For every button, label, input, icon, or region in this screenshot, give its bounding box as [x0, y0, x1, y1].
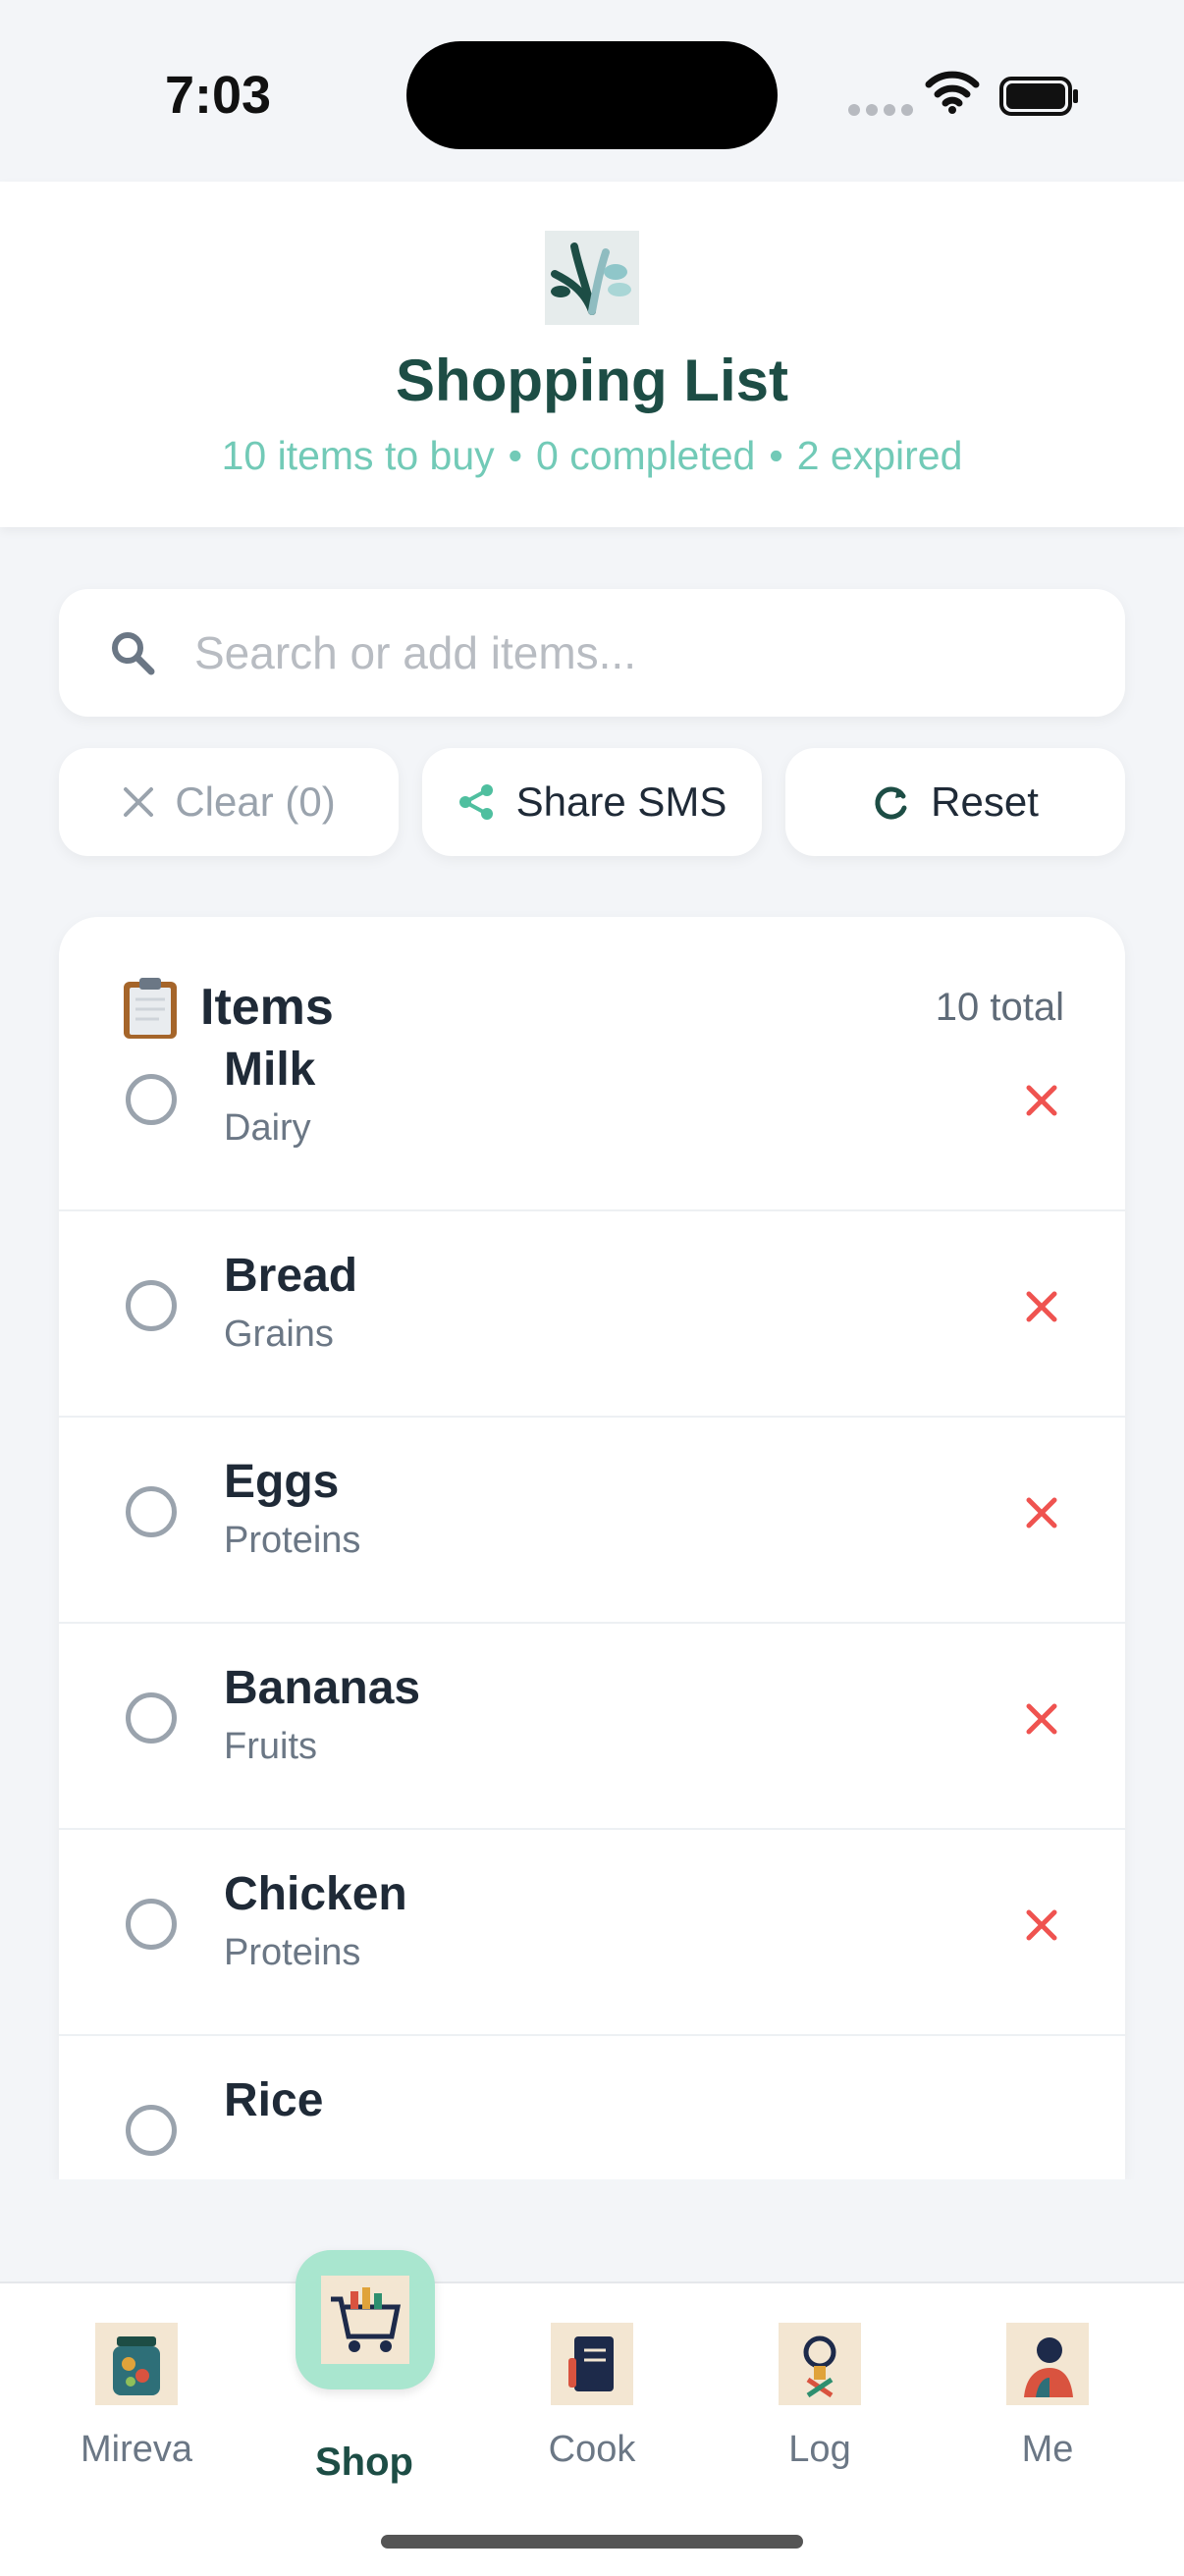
tab-label: Shop [315, 2441, 413, 2484]
tab-label: Mireva [80, 2429, 193, 2470]
item-category: Fruits [224, 1726, 317, 1767]
tab-label: Log [788, 2429, 851, 2470]
shopping-cart-icon [321, 2276, 409, 2364]
log-icon [779, 2323, 861, 2405]
pantry-jar-icon [95, 2323, 178, 2405]
item-category: Proteins [224, 1932, 361, 1973]
completed-stat: 0 completed [536, 433, 756, 478]
delete-item-icon[interactable] [1019, 1903, 1064, 1948]
item-checkbox[interactable] [126, 1692, 177, 1744]
stat-separator: • [508, 433, 522, 478]
status-time: 7:03 [165, 66, 272, 125]
tab-label: Cook [548, 2429, 636, 2470]
profile-icon [1006, 2323, 1089, 2405]
tab-log[interactable]: Log [706, 2283, 934, 2480]
app-logo-icon [545, 231, 639, 325]
signal-dots-icon [848, 104, 913, 116]
item-checkbox[interactable] [126, 1899, 177, 1950]
clear-completed-button[interactable]: Clear (0) [59, 748, 399, 856]
share-label: Share SMS [515, 778, 727, 825]
items-card: Items 10 total Milk Dairy Bread Grains E… [59, 917, 1125, 2179]
list-stats: 10 items to buy • 0 completed • 2 expired [0, 433, 1184, 479]
dynamic-island [406, 41, 778, 149]
scroll-fade [0, 2179, 1184, 2281]
tab-cook[interactable]: Cook [478, 2283, 706, 2480]
item-name: Eggs [224, 1456, 340, 1508]
item-name: Chicken [224, 1868, 407, 1920]
delete-item-icon[interactable] [1019, 1696, 1064, 1742]
search-bar[interactable] [59, 589, 1125, 717]
item-category: Dairy [224, 1107, 311, 1149]
stat-separator: • [769, 433, 783, 478]
list-item[interactable]: Rice [59, 2034, 1125, 2179]
header: Shopping List 10 items to buy • 0 complete… [0, 182, 1184, 527]
list-item[interactable]: Bread Grains [59, 1209, 1125, 1418]
status-bar: 7:03 [0, 0, 1184, 182]
wifi-icon [925, 71, 980, 114]
item-name: Rice [224, 2074, 324, 2126]
item-name: Milk [224, 1044, 316, 1096]
delete-item-icon[interactable] [1019, 1490, 1064, 1535]
item-category: Grains [224, 1314, 334, 1355]
close-icon [124, 787, 154, 817]
delete-item-icon[interactable] [1019, 1284, 1064, 1329]
battery-icon [999, 77, 1078, 116]
reset-label: Reset [931, 778, 1039, 825]
item-name: Bananas [224, 1662, 421, 1714]
delete-item-icon[interactable] [1019, 1078, 1064, 1123]
reset-button[interactable]: Reset [785, 748, 1125, 856]
item-checkbox[interactable] [126, 2105, 177, 2156]
item-checkbox[interactable] [126, 1486, 177, 1537]
clear-label: Clear (0) [175, 778, 336, 825]
tab-label: Me [1021, 2429, 1074, 2470]
item-checkbox[interactable] [126, 1280, 177, 1331]
expired-stat: 2 expired [796, 433, 963, 478]
home-indicator [381, 2535, 803, 2549]
item-name: Bread [224, 1250, 358, 1302]
share-icon [458, 784, 493, 820]
bottom-nav: Mireva Shop Cook Log Me [0, 2250, 1184, 2576]
search-icon [112, 632, 155, 675]
search-input[interactable] [194, 620, 1078, 685]
page-title: Shopping List [396, 348, 788, 413]
list-item[interactable]: Eggs Proteins [59, 1416, 1125, 1624]
share-sms-button[interactable]: Share SMS [422, 748, 762, 856]
recipe-book-icon [551, 2323, 633, 2405]
list-item[interactable]: Chicken Proteins [59, 1828, 1125, 2036]
active-tab-indicator [296, 2250, 435, 2389]
item-category: Proteins [224, 1520, 361, 1561]
tab-me[interactable]: Me [934, 2283, 1161, 2480]
tab-shop[interactable]: Shop [250, 2250, 478, 2484]
items-to-buy-stat: 10 items to buy [221, 433, 495, 478]
list-item[interactable]: Bananas Fruits [59, 1622, 1125, 1830]
tab-mireva[interactable]: Mireva [23, 2283, 250, 2480]
refresh-icon [875, 786, 907, 820]
list-item[interactable]: Milk Dairy [59, 1003, 1125, 1211]
item-checkbox[interactable] [126, 1074, 177, 1125]
